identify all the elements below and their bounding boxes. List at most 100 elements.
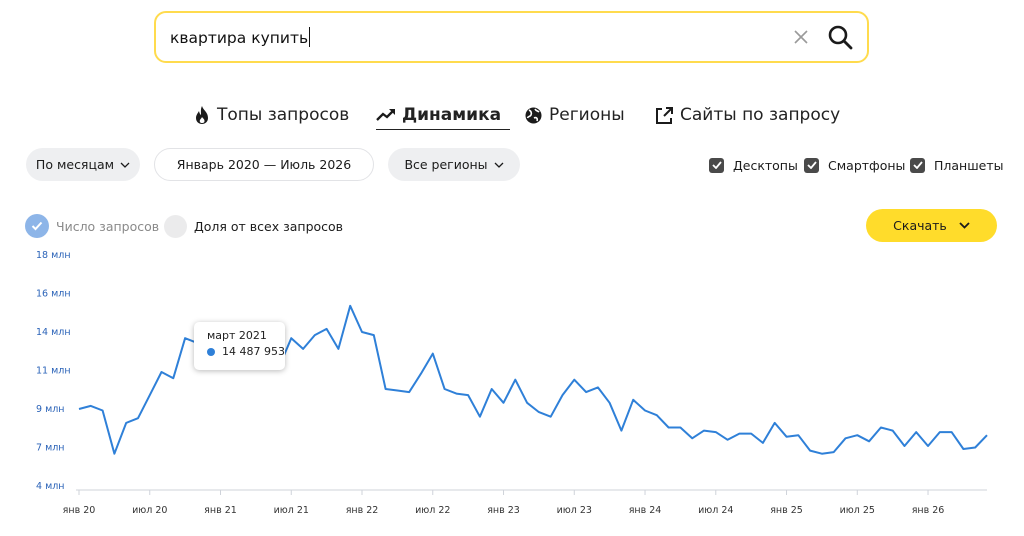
data-point[interactable] (702, 429, 706, 433)
data-point[interactable] (561, 393, 565, 397)
data-point[interactable] (478, 415, 482, 419)
data-point[interactable] (124, 421, 128, 425)
data-point[interactable] (360, 330, 364, 334)
device-checkbox-smartphone[interactable]: Смартфоны (804, 156, 905, 174)
y-tick-label: 11 млн (36, 366, 71, 377)
data-point[interactable] (820, 452, 824, 456)
search-box[interactable]: квартира купить (154, 11, 869, 63)
data-point[interactable] (855, 433, 859, 437)
period-group-select[interactable]: По месяцам (26, 148, 140, 181)
tab-regions[interactable]: Регионы (524, 101, 625, 129)
external-link-icon (656, 106, 673, 124)
data-point[interactable] (183, 336, 187, 340)
data-point[interactable] (879, 426, 883, 430)
data-point[interactable] (419, 372, 423, 376)
data-point[interactable] (384, 387, 388, 391)
data-point[interactable] (502, 401, 506, 405)
data-point[interactable] (454, 392, 458, 396)
data-point[interactable] (808, 449, 812, 453)
line-chart: 4 млн7 млн9 млн11 млн14 млн16 млн18 млн … (36, 250, 989, 516)
data-point[interactable] (584, 390, 588, 394)
date-range-picker[interactable]: Январь 2020 — Июль 2026 (154, 148, 374, 181)
data-point[interactable] (903, 444, 907, 448)
checkbox-checked-icon (910, 157, 925, 173)
tab-sites[interactable]: Сайты по запросу (654, 101, 840, 129)
data-point[interactable] (785, 435, 789, 439)
data-point[interactable] (572, 378, 576, 382)
download-button[interactable]: Скачать (866, 209, 997, 242)
data-point[interactable] (148, 393, 152, 397)
data-point[interactable] (938, 430, 942, 434)
device-label: Десктопы (733, 157, 798, 173)
data-point[interactable] (619, 429, 623, 433)
data-point[interactable] (926, 444, 930, 448)
search-input[interactable]: квартира купить (170, 27, 311, 47)
x-tick-label: июл 21 (274, 505, 309, 516)
data-point[interactable] (89, 404, 93, 408)
data-point[interactable] (631, 398, 635, 402)
data-point[interactable] (973, 446, 977, 450)
data-point[interactable] (667, 426, 671, 430)
data-point[interactable] (844, 436, 848, 440)
data-point[interactable] (136, 416, 140, 420)
data-point[interactable] (749, 432, 753, 436)
data-point[interactable] (891, 429, 895, 433)
data-point[interactable] (289, 336, 293, 340)
data-point[interactable] (832, 450, 836, 454)
data-point[interactable] (596, 385, 600, 389)
data-point[interactable] (737, 432, 741, 436)
data-point[interactable] (301, 347, 305, 351)
data-point[interactable] (101, 409, 105, 413)
data-point[interactable] (171, 376, 175, 380)
data-point[interactable] (985, 433, 989, 437)
data-point[interactable] (407, 390, 411, 394)
data-point[interactable] (77, 407, 81, 411)
data-point[interactable] (761, 441, 765, 445)
data-point[interactable] (372, 333, 376, 337)
device-checkbox-desktop[interactable]: Десктопы (709, 156, 798, 174)
data-point[interactable] (466, 393, 470, 397)
data-point[interactable] (914, 430, 918, 434)
data-point[interactable] (325, 327, 329, 331)
data-point[interactable] (643, 409, 647, 413)
data-point[interactable] (867, 439, 871, 443)
regions-select[interactable]: Все регионы (388, 148, 520, 181)
device-checkbox-tablet[interactable]: Планшеты (910, 156, 1004, 174)
data-point[interactable] (525, 401, 529, 405)
data-point[interactable] (678, 426, 682, 430)
data-point[interactable] (513, 378, 517, 382)
metric-share[interactable]: Доля от всех запросов (164, 214, 343, 238)
data-point[interactable] (490, 387, 494, 391)
data-point[interactable] (160, 370, 164, 374)
data-point[interactable] (655, 413, 659, 417)
data-point[interactable] (950, 430, 954, 434)
x-tick-label: июл 25 (840, 505, 875, 516)
tab-dynamics[interactable]: Динамика (376, 101, 511, 130)
metric-query-count[interactable]: Число запросов (25, 214, 159, 238)
data-point[interactable] (313, 333, 317, 337)
data-point[interactable] (112, 452, 116, 456)
data-point[interactable] (431, 352, 435, 356)
data-point[interactable] (443, 387, 447, 391)
tab-label: Регионы (549, 105, 625, 125)
clear-icon[interactable] (792, 28, 810, 46)
y-tick-label: 7 млн (36, 443, 65, 454)
data-point[interactable] (690, 436, 694, 440)
data-point[interactable] (537, 410, 541, 414)
data-point[interactable] (714, 430, 718, 434)
data-point[interactable] (336, 347, 340, 351)
data-point[interactable] (395, 389, 399, 393)
data-point[interactable] (348, 304, 352, 308)
data-point[interactable] (549, 415, 553, 419)
data-point[interactable] (726, 438, 730, 442)
search-icon[interactable] (827, 24, 853, 50)
period-group-label: По месяцам (35, 157, 115, 172)
tab-label: Сайты по запросу (680, 105, 841, 125)
download-label: Скачать (893, 218, 947, 233)
search-query: квартира купить (170, 29, 309, 47)
data-point[interactable] (608, 401, 612, 405)
data-point[interactable] (773, 421, 777, 425)
tab-top-queries[interactable]: Топы запросов (193, 101, 349, 129)
data-point[interactable] (796, 433, 800, 437)
data-point[interactable] (961, 447, 965, 451)
